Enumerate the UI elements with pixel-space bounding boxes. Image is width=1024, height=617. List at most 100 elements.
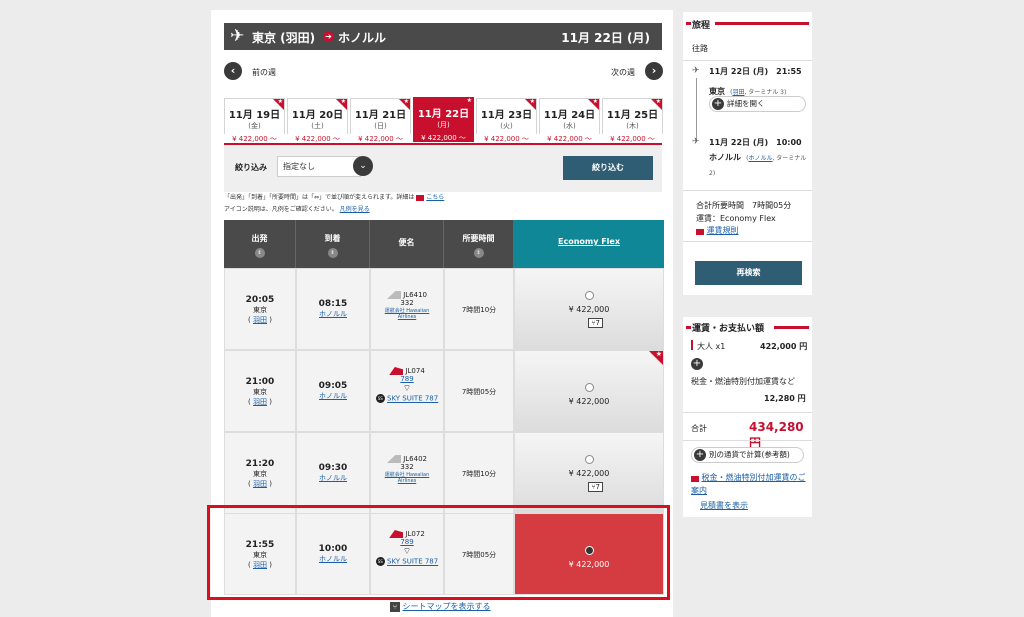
fare-cell[interactable]: ¥ 422,000 ★	[514, 350, 664, 432]
star-icon: ★	[403, 98, 409, 105]
flight-number: JL6410	[403, 291, 427, 299]
legend-link[interactable]: 凡例を見る	[340, 206, 370, 213]
adult-marker	[691, 340, 693, 350]
wifi-icon: ⌔	[402, 384, 412, 394]
fare-cell[interactable]: ¥ 422,000 ⑂7	[514, 268, 664, 350]
seats-left-badge: ⑂7	[588, 482, 603, 492]
star-icon: ★	[340, 98, 346, 105]
depart-cell: 21:00 東京( 羽田 )	[224, 350, 296, 432]
sort-icon[interactable]: ⇕	[327, 248, 338, 258]
operator-link[interactable]: 運航会社 Hawaiian Airlines	[371, 307, 443, 320]
date-tab[interactable]: ★ 11月 22日(月) ¥ 422,000 〜	[413, 97, 474, 142]
arr-airport-link[interactable]: ホノルル	[748, 155, 772, 162]
dep-airport-link[interactable]: 羽田	[253, 480, 267, 488]
dep-airport-link[interactable]: 羽田	[253, 316, 267, 324]
fare-type: 運賃：Economy Flex	[696, 214, 776, 223]
header-duration[interactable]: 所要時間 ⇕	[444, 220, 514, 268]
star-icon: ★	[466, 97, 472, 104]
date-tab[interactable]: ★ 11月 20日(土) ¥ 422,000 〜	[287, 98, 348, 143]
sort-icon[interactable]: ⇕	[473, 248, 484, 258]
duration-cell: 7時間10分	[444, 432, 514, 514]
aircraft-type[interactable]: 789	[371, 375, 443, 383]
arr-time: 09:30	[318, 463, 348, 473]
research-button[interactable]: 再検索	[695, 261, 802, 285]
flight-number: JL6402	[403, 455, 427, 463]
flag-icon	[691, 475, 699, 482]
total-label: 合計	[691, 424, 707, 433]
suite-link[interactable]: SKY SUITE 787	[387, 395, 438, 403]
divider	[683, 412, 812, 413]
flight-cell: JL6410 332 運航会社 Hawaiian Airlines	[370, 268, 444, 350]
total-time: 合計所要時間 7時間05分	[696, 201, 792, 210]
filter-bar: 絞り込み 指定なし ⌄ 絞り込む	[224, 145, 662, 192]
divider	[683, 241, 812, 242]
expand-tax-button[interactable]: +	[691, 358, 705, 372]
leg-label: 往路	[692, 44, 708, 53]
dep-time: 21:20	[245, 459, 275, 469]
prev-week-label[interactable]: 前の週	[252, 67, 276, 78]
star-icon: ★	[655, 98, 661, 105]
currency-button[interactable]: + 別の通貨で計算(参考額)	[691, 447, 804, 463]
chevron-down-icon[interactable]: ⌄	[353, 156, 373, 176]
duration: 7時間05分	[461, 388, 497, 396]
tax-info-link[interactable]: 税金・燃油特別付加運賃のご案内	[691, 473, 806, 495]
dep-city: 東京	[253, 470, 267, 478]
fare-radio[interactable]	[584, 383, 594, 392]
details-button-label: 詳細を開く	[727, 99, 765, 108]
filter-label: 絞り込み	[235, 163, 267, 172]
prev-week-button[interactable]: ‹	[224, 62, 242, 80]
arr-place: ホノルル (ホノルル, ターミナル 2)	[709, 153, 807, 177]
legend-note: アイコン説明は、凡例をご確認ください。 凡例を見る	[224, 204, 370, 213]
next-week-label[interactable]: 次の週	[611, 67, 635, 78]
arr-city-link[interactable]: ホノルル	[297, 473, 369, 483]
fare-rules-row: 運賃規則	[696, 225, 739, 236]
date-tab[interactable]: ★ 11月 23日(火) ¥ 422,000 〜	[476, 98, 537, 143]
arr-city-link[interactable]: ホノルル	[297, 391, 369, 401]
date-tab[interactable]: ★ 11月 21日(日) ¥ 422,000 〜	[350, 98, 411, 143]
depart-cell: 21:20 東京( 羽田 )	[224, 432, 296, 514]
legend-note-text: アイコン説明は、凡例をご確認ください。	[224, 206, 338, 213]
operator-link[interactable]: 運航会社 Hawaiian Airlines	[371, 471, 443, 484]
payment-panel: 運賃・お支払い額 大人 x1 422,000 円 + 税金・燃油特別付加運賃など…	[683, 317, 812, 517]
adult-label: 大人 x1	[697, 342, 726, 351]
plus-icon: +	[694, 449, 706, 461]
fare-cell[interactable]: ¥ 422,000 ⑂7	[514, 432, 664, 514]
seatmap-link[interactable]: シートマップを表示する	[403, 602, 491, 611]
fare-radio[interactable]	[584, 455, 594, 464]
date-tab[interactable]: ★ 11月 25日(木) ¥ 422,000 〜	[602, 98, 663, 143]
apply-filter-button[interactable]: 絞り込む	[563, 156, 653, 180]
travel-date: 11月 22日 (月)	[561, 31, 650, 45]
details-link[interactable]: こちら	[426, 194, 444, 201]
timeline-line	[696, 78, 697, 140]
estimate-link[interactable]: 見積書を表示	[700, 500, 748, 511]
header-fare-label[interactable]: Economy Flex	[514, 237, 664, 246]
fare-rules-link[interactable]: 運賃規則	[707, 226, 739, 235]
fare-radio[interactable]	[584, 291, 594, 300]
star-icon: ★	[277, 98, 283, 105]
arrow-right-icon: ➔	[323, 31, 334, 42]
sort-icon[interactable]: ⇕	[254, 248, 265, 258]
header-fare[interactable]: Economy Flex	[514, 220, 664, 268]
dep-airport-link[interactable]: 羽田	[732, 89, 744, 96]
dep-time: 21:00	[245, 377, 275, 387]
header-arrive[interactable]: 到着 ⇕	[296, 220, 370, 268]
fare-price: ¥ 422,000	[568, 469, 610, 478]
date-tab[interactable]: ★ 11月 19日(金) ¥ 422,000 〜	[224, 98, 285, 143]
details-button[interactable]: + 詳細を開く	[709, 96, 806, 112]
filter-select[interactable]: 指定なし	[277, 156, 361, 177]
dep-terminal: , ターミナル 3)	[744, 89, 787, 96]
next-week-button[interactable]: ›	[645, 62, 663, 80]
dep-time: 20:05	[245, 295, 275, 305]
airline-tail-icon	[389, 367, 404, 375]
dep-airport-link[interactable]: 羽田	[253, 398, 267, 406]
arr-city-link[interactable]: ホノルル	[297, 309, 369, 319]
star-icon: ★	[529, 98, 535, 105]
date-tab[interactable]: ★ 11月 24日(水) ¥ 422,000 〜	[539, 98, 600, 143]
header-depart[interactable]: 出発 ⇕	[224, 220, 296, 268]
tax-price: 12,280 円	[764, 394, 806, 403]
landing-icon: ✈	[692, 137, 700, 147]
title-bar-left	[686, 22, 691, 25]
airline-tail-icon	[386, 291, 401, 299]
duration-cell: 7時間10分	[444, 268, 514, 350]
seats-left-badge: ⑂7	[588, 318, 603, 328]
